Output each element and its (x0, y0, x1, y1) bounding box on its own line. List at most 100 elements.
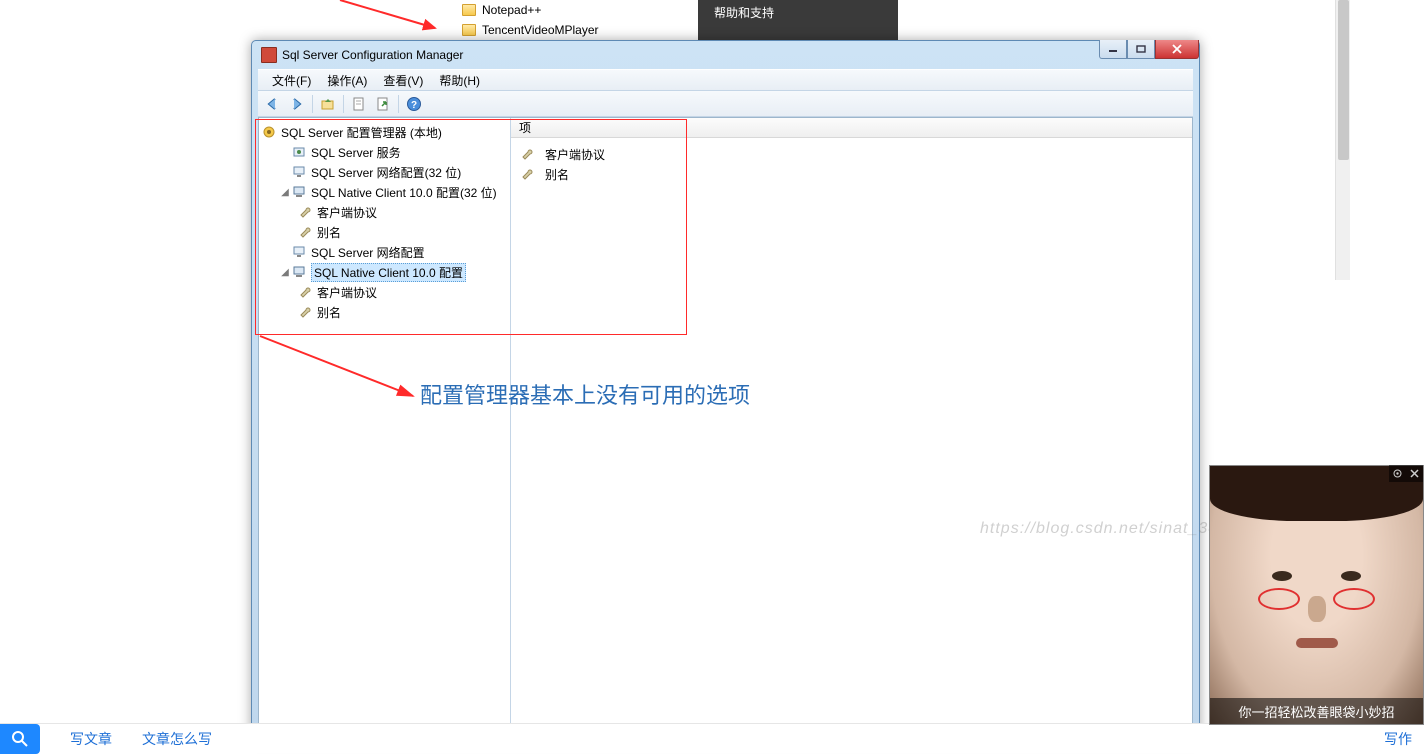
help-icon: ? (406, 96, 422, 112)
tree-item-nativeclient[interactable]: ◢ SQL Native Client 10.0 配置 (261, 262, 508, 282)
gear-icon (1392, 468, 1403, 479)
close-icon (1409, 468, 1420, 479)
list-item-label: 别名 (545, 166, 569, 183)
wrench-icon (297, 304, 313, 320)
tree-label: SQL Server 服务 (311, 144, 401, 161)
ad-caption: 你一招轻松改善眼袋小妙招 (1210, 698, 1423, 724)
expander-collapse-icon[interactable]: ◢ (279, 187, 291, 198)
client-icon (291, 184, 307, 200)
bottom-bar: 写文章 文章怎么写 写作 (0, 723, 1424, 753)
list-body: 客户端协议 别名 (511, 138, 1192, 190)
ad-close-button[interactable] (1406, 465, 1423, 482)
list-item-protocols[interactable]: 客户端协议 (515, 144, 1188, 164)
forward-button[interactable] (286, 93, 308, 115)
toolbar-separator (398, 95, 399, 113)
network-icon (291, 244, 307, 260)
tree-label: 别名 (317, 224, 341, 241)
wrench-icon (297, 224, 313, 240)
folder-icon (462, 4, 476, 16)
expander-collapse-icon[interactable]: ◢ (279, 267, 291, 278)
start-menu-item-label[interactable]: 帮助和支持 (714, 4, 774, 21)
menu-action[interactable]: 操作(A) (319, 70, 375, 91)
page-icon (351, 96, 367, 112)
annotation-text: 配置管理器基本上没有可用的选项 (420, 378, 750, 410)
tree-item-nativeclient32[interactable]: ◢ SQL Native Client 10.0 配置(32 位) (261, 182, 508, 202)
menu-help[interactable]: 帮助(H) (431, 70, 488, 91)
close-icon (1171, 44, 1183, 54)
wrench-icon (297, 204, 313, 220)
ad-face-circle (1333, 588, 1375, 610)
list-pane[interactable]: 项 客户端协议 别名 (511, 118, 1192, 732)
ad-face-eye (1341, 571, 1361, 581)
export-button[interactable] (372, 93, 394, 115)
list-item-label: 客户端协议 (545, 146, 605, 163)
maximize-button[interactable] (1127, 40, 1155, 59)
help-button[interactable]: ? (403, 93, 425, 115)
menu-view[interactable]: 查看(V) (375, 70, 431, 91)
tree-item-protocols[interactable]: 客户端协议 (261, 202, 508, 222)
ad-face-mouth (1296, 638, 1338, 648)
start-menu-fragment: 帮助和支持 (698, 0, 898, 40)
close-button[interactable] (1155, 40, 1199, 59)
gear-icon (261, 124, 277, 140)
wrench-icon (519, 166, 535, 182)
tree-label: 客户端协议 (317, 284, 377, 301)
tree-pane[interactable]: SQL Server 配置管理器 (本地) SQL Server 服务 SQL … (259, 118, 511, 732)
bottom-link-right[interactable]: 写作 (1384, 729, 1412, 749)
magnify-icon (10, 729, 30, 749)
toolbar: ? (258, 91, 1193, 117)
window-controls (1099, 40, 1199, 59)
minimize-button[interactable] (1099, 40, 1127, 59)
tree-item-alias[interactable]: 别名 (261, 222, 508, 242)
titlebar[interactable]: Sql Server Configuration Manager (252, 41, 1199, 69)
article-scrollbar[interactable] (1335, 0, 1350, 280)
toolbar-separator (343, 95, 344, 113)
tree-label: SQL Server 网络配置(32 位) (311, 164, 461, 181)
page-arrow-icon (375, 96, 391, 112)
arrow-right-icon (289, 97, 305, 111)
up-button[interactable] (317, 93, 339, 115)
tree-item-alias[interactable]: 别名 (261, 302, 508, 322)
network-icon (291, 164, 307, 180)
list-header[interactable]: 项 (511, 118, 1192, 138)
tree-item-protocols[interactable]: 客户端协议 (261, 282, 508, 302)
ad-settings-button[interactable] (1389, 465, 1406, 482)
app-icon (261, 47, 277, 63)
svg-text:?: ? (411, 100, 417, 111)
client-icon (291, 264, 307, 280)
ad-face-eye (1272, 571, 1292, 581)
tree-label: 客户端协议 (317, 204, 377, 221)
folder-icon (462, 24, 476, 36)
minimize-icon (1108, 45, 1118, 53)
list-item-alias[interactable]: 别名 (515, 164, 1188, 184)
tree-item-services[interactable]: SQL Server 服务 (261, 142, 508, 162)
scrollbar-thumb[interactable] (1338, 0, 1349, 160)
column-header-label: 项 (519, 119, 531, 136)
toolbar-separator (312, 95, 313, 113)
back-button[interactable] (262, 93, 284, 115)
tree-root[interactable]: SQL Server 配置管理器 (本地) (261, 122, 508, 142)
content-area: SQL Server 配置管理器 (本地) SQL Server 服务 SQL … (258, 117, 1193, 733)
bottom-link-write[interactable]: 写文章 (70, 729, 112, 749)
tree-label: SQL Native Client 10.0 配置 (311, 263, 466, 282)
properties-button[interactable] (348, 93, 370, 115)
tree-item-netconfig[interactable]: SQL Server 网络配置 (261, 242, 508, 262)
wrench-icon (519, 146, 535, 162)
ad-face-nose (1308, 596, 1326, 622)
ad-overlay: 你一招轻松改善眼袋小妙招 (1209, 465, 1424, 725)
service-icon (291, 144, 307, 160)
maximize-icon (1136, 45, 1146, 53)
logo-icon[interactable] (0, 724, 40, 754)
folder-label: TencentVideoMPlayer (482, 23, 599, 37)
ad-controls (1389, 465, 1423, 482)
window-title: Sql Server Configuration Manager (282, 48, 463, 62)
menu-file[interactable]: 文件(F) (264, 70, 319, 91)
ad-image[interactable] (1210, 466, 1423, 724)
tree-item-netconfig32[interactable]: SQL Server 网络配置(32 位) (261, 162, 508, 182)
folder-label: Notepad++ (482, 3, 541, 17)
folder-up-icon (320, 96, 336, 112)
bottom-link-howto[interactable]: 文章怎么写 (142, 729, 212, 749)
wrench-icon (297, 284, 313, 300)
tree-label: 别名 (317, 304, 341, 321)
arrow-left-icon (265, 97, 281, 111)
